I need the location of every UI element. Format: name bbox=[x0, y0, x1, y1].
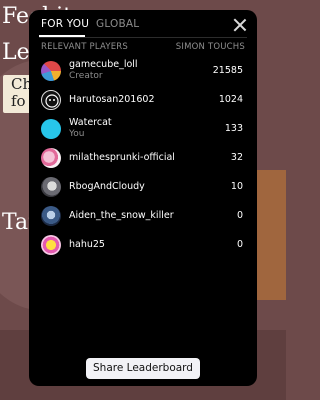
player-name: RbogAndCloudy bbox=[69, 181, 145, 192]
tab-global[interactable]: GLOBAL bbox=[96, 18, 139, 30]
player-score: 1024 bbox=[218, 94, 243, 105]
column-header-players: RELEVANT PLAYERS bbox=[41, 42, 128, 52]
tab-divider bbox=[39, 37, 247, 38]
player-score: 0 bbox=[236, 210, 243, 221]
blue-character-avatar bbox=[41, 206, 61, 226]
colorful-art-avatar bbox=[41, 61, 61, 81]
player-subtitle: Creator bbox=[69, 71, 103, 81]
player-name: gamecube_loll bbox=[69, 59, 138, 70]
player-score: 10 bbox=[230, 181, 243, 192]
player-score: 133 bbox=[224, 123, 243, 134]
leaderboard-row[interactable]: Watercat You 133 bbox=[29, 116, 257, 142]
tab-bar: FOR YOU GLOBAL bbox=[29, 10, 257, 40]
player-name: hahu25 bbox=[69, 239, 105, 250]
player-name: Aiden_the_snow_killer bbox=[69, 210, 174, 221]
column-header-score: SIMON TOUCHS bbox=[175, 42, 245, 52]
leaderboard-modal: FOR YOU GLOBAL RELEVANT PLAYERS SIMON TO… bbox=[29, 10, 257, 386]
leaderboard-row[interactable]: Aiden_the_snow_killer 0 bbox=[29, 203, 257, 229]
gray-character-avatar bbox=[41, 177, 61, 197]
leaderboard-row[interactable]: hahu25 0 bbox=[29, 232, 257, 258]
player-name: milathesprunki-official bbox=[69, 152, 175, 163]
cyan-avatar bbox=[41, 119, 61, 139]
share-leaderboard-button[interactable]: Share Leaderboard bbox=[86, 358, 200, 379]
yellow-character-avatar bbox=[41, 235, 61, 255]
player-name: Watercat bbox=[69, 117, 112, 128]
leaderboard-row[interactable]: RbogAndCloudy 10 bbox=[29, 174, 257, 200]
player-score: 32 bbox=[230, 152, 243, 163]
player-score: 21585 bbox=[212, 65, 243, 76]
face-icon bbox=[45, 94, 59, 108]
close-icon[interactable] bbox=[233, 18, 247, 32]
tab-for-you[interactable]: FOR YOU bbox=[41, 18, 89, 30]
leaderboard-row[interactable]: Harutosan201602 1024 bbox=[29, 87, 257, 113]
pink-character-avatar bbox=[41, 148, 61, 168]
player-name: Harutosan201602 bbox=[69, 94, 155, 105]
bw-face-avatar bbox=[41, 90, 61, 110]
leaderboard-row[interactable]: milathesprunki-official 32 bbox=[29, 145, 257, 171]
player-subtitle: You bbox=[69, 129, 85, 139]
leaderboard-row[interactable]: gamecube_loll Creator 21585 bbox=[29, 58, 257, 84]
player-score: 0 bbox=[236, 239, 243, 250]
background-text: Le bbox=[2, 40, 30, 65]
